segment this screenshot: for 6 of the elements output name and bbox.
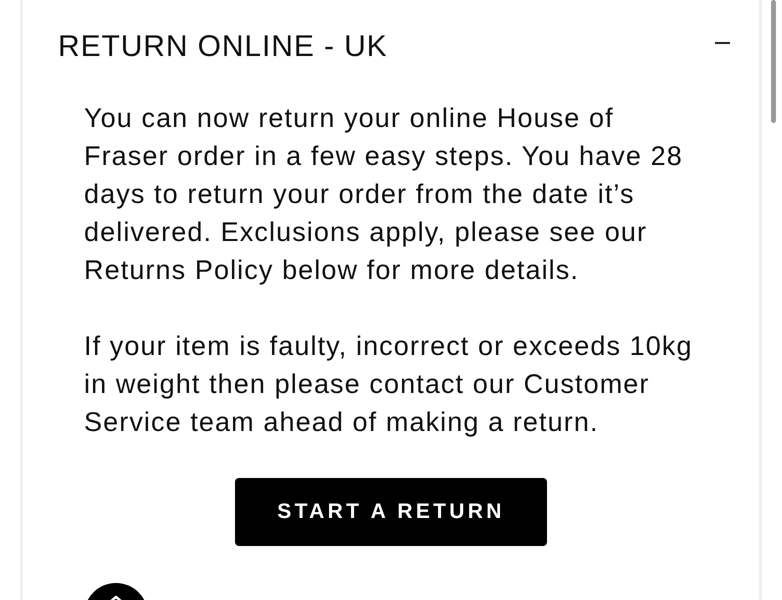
body-paragraph: You can now return your online House of Fraser order in a few easy steps. You have 28 days to return your order from the date it’s delivered. Exclusions apply, please see our Returns Policy below for more details.	[84, 102, 684, 287]
minus-icon[interactable]	[715, 42, 730, 44]
section-heading[interactable]: RETURN ONLINE - UK	[58, 30, 388, 64]
start-return-button[interactable]: START A RETURN	[235, 478, 547, 546]
body-paragraph: If your item is faulty, incorrect or exceeds 10kg in weight then please contact our Customer Service team ahead of making a return.	[84, 330, 694, 439]
scrollbar[interactable]	[771, 0, 776, 123]
